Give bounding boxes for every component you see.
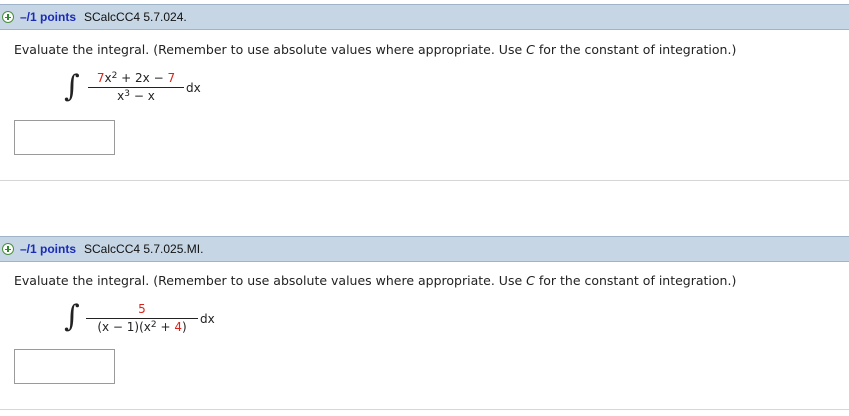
question-id: SCalcCC4 5.7.025.MI.: [84, 242, 204, 256]
question-id: SCalcCC4 5.7.024.: [84, 10, 187, 24]
integral-sign: ∫: [64, 299, 80, 334]
question-prompt: Evaluate the integral. (Remember to use …: [14, 273, 737, 288]
fraction: 5 (x − 1)(x2 + 4): [86, 302, 198, 334]
question-header-1: –/1 points SCalcCC4 5.7.024.: [0, 4, 849, 30]
points-label[interactable]: –/1 points: [20, 10, 76, 24]
numerator: 7x2 + 2x − 7: [96, 71, 176, 85]
points-label[interactable]: –/1 points: [20, 242, 76, 256]
numerator: 5: [138, 302, 146, 316]
integral-sign: ∫: [64, 69, 80, 104]
plus-circle-icon[interactable]: [2, 243, 14, 255]
question-header-2: –/1 points SCalcCC4 5.7.025.MI.: [0, 236, 849, 262]
differential: dx: [186, 81, 201, 95]
answer-input[interactable]: [15, 350, 114, 383]
constant-variable: C: [526, 42, 535, 57]
question-prompt: Evaluate the integral. (Remember to use …: [14, 42, 737, 57]
fraction: 7x2 + 2x − 7 x3 − x: [88, 71, 184, 103]
denominator: x3 − x: [117, 89, 155, 103]
answer-input[interactable]: [15, 121, 114, 154]
answer-input-box[interactable]: [14, 120, 115, 155]
section-divider: [0, 409, 849, 410]
constant-variable: C: [526, 273, 535, 288]
differential: dx: [200, 312, 215, 326]
answer-input-box[interactable]: [14, 349, 115, 384]
denominator: (x − 1)(x2 + 4): [97, 320, 187, 334]
fraction-bar: [86, 318, 198, 319]
plus-circle-icon[interactable]: [2, 11, 14, 23]
fraction-bar: [88, 87, 184, 88]
section-divider: [0, 180, 849, 181]
